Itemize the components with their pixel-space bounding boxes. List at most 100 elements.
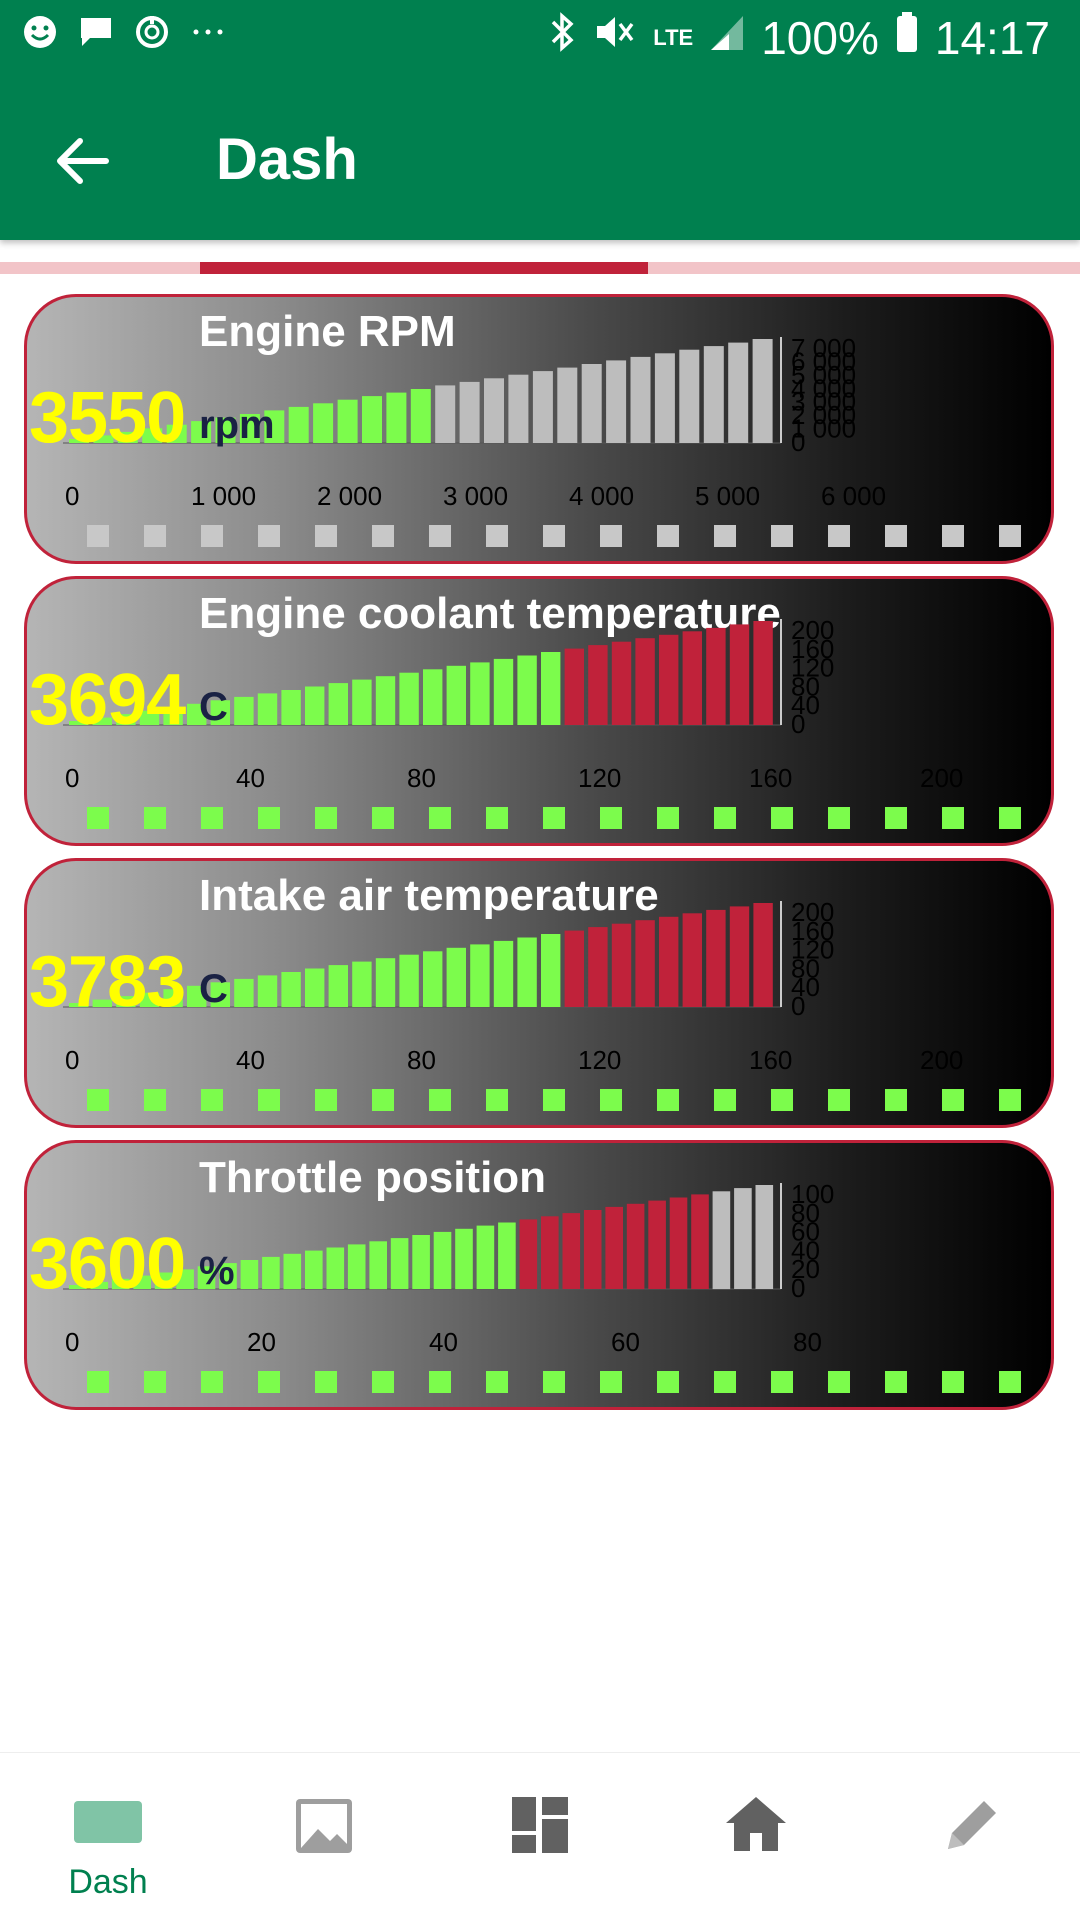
gauge-bar xyxy=(541,652,561,725)
gauge-bar xyxy=(234,978,254,1007)
gauge-led xyxy=(258,807,280,829)
signal-icon xyxy=(709,12,745,63)
gauge-tick-label: 120 xyxy=(578,1045,621,1075)
gauge-bar xyxy=(313,403,334,443)
gauge-led xyxy=(999,1371,1021,1393)
nav-tab-dash[interactable]: Dash xyxy=(0,1753,216,1921)
gauge-led xyxy=(657,525,679,547)
gauge-card-engine-rpm[interactable]: Engine RPM 7 000 6 000 5 000 4 000 3 000 2 00… xyxy=(24,294,1054,564)
gauge-tick-label: 120 xyxy=(578,763,621,793)
gauge-bar xyxy=(493,658,514,725)
page-indicator-active xyxy=(200,262,648,274)
home-icon xyxy=(726,1797,786,1851)
gauge-bar xyxy=(412,1235,430,1289)
gauge-led xyxy=(87,525,109,547)
gauge-tick-label: 2 000 xyxy=(317,481,382,511)
gauge-led xyxy=(486,807,508,829)
gauge-scale-label: 0 xyxy=(791,709,805,739)
gauge-bar xyxy=(605,1206,623,1289)
nav-tab-dashboard[interactable] xyxy=(432,1753,648,1921)
gauge-tick-label: 200 xyxy=(920,763,963,793)
gauge-led xyxy=(771,807,793,829)
gauge-bar xyxy=(446,665,466,725)
gauge-led xyxy=(201,807,223,829)
gauge-bar xyxy=(337,399,358,443)
gauge-tick-label: 0 xyxy=(65,481,79,511)
gauge-bar xyxy=(532,371,553,443)
nav-tab-home[interactable] xyxy=(648,1753,864,1921)
gauge-card-intake-air-temperature[interactable]: Intake air temperature 200 160 120 80 40 0 0 40… xyxy=(24,858,1054,1128)
gauge-bar xyxy=(519,1219,538,1289)
gauge-led xyxy=(372,807,394,829)
gauge-led xyxy=(87,807,109,829)
gauge-card-engine-coolant-temperature[interactable]: Engine coolant temperature 200 160 120 80 40… xyxy=(24,576,1054,846)
gauge-led xyxy=(600,807,622,829)
gauge-bar xyxy=(753,903,773,1007)
dashboard-grid-icon xyxy=(512,1797,568,1853)
gauge-led xyxy=(828,807,850,829)
gauge-led xyxy=(942,1089,964,1111)
mute-icon xyxy=(593,10,637,65)
status-left-icons xyxy=(22,14,226,55)
gauge-bar xyxy=(305,686,325,725)
gauge-bar xyxy=(626,1203,645,1290)
gauge-led xyxy=(657,807,679,829)
gauge-led xyxy=(714,1089,736,1111)
gauge-bar xyxy=(581,364,602,443)
gauge-tick-label: 160 xyxy=(749,763,792,793)
gauge-bar xyxy=(648,1200,666,1289)
gauge-led xyxy=(828,525,850,547)
gauge-bar xyxy=(446,947,466,1007)
gauge-bar xyxy=(635,638,655,725)
gauge-led xyxy=(714,807,736,829)
gauge-bar xyxy=(679,349,700,443)
gauge-led xyxy=(600,1371,622,1393)
gauge-bar xyxy=(390,1238,409,1289)
gauge-led xyxy=(942,525,964,547)
gauge-value: 3694 xyxy=(29,660,186,740)
gauge-bar xyxy=(734,1188,752,1289)
page-title: Dash xyxy=(216,127,358,192)
gauge-led xyxy=(144,807,166,829)
gauge-led xyxy=(942,1371,964,1393)
gauge-bar xyxy=(728,342,749,443)
gauge-tick-label: 40 xyxy=(429,1327,458,1357)
gauge-led xyxy=(771,1089,793,1111)
gauge-bar xyxy=(470,662,490,725)
gauge-bar xyxy=(583,1210,602,1289)
gauge-bar xyxy=(484,378,504,443)
nav-tab-image[interactable] xyxy=(216,1753,432,1921)
gauge-bar xyxy=(455,1228,473,1290)
gauge-tick-label: 0 xyxy=(65,1045,79,1075)
gauge-tick-label: 80 xyxy=(407,763,436,793)
gauge-tick-label: 60 xyxy=(611,1327,640,1357)
toolbar: Dash xyxy=(0,80,1080,240)
gauge-led xyxy=(771,525,793,547)
bluetooth-icon xyxy=(547,10,577,65)
gauge-bar xyxy=(328,965,348,1007)
nav-tab-edit[interactable] xyxy=(864,1753,1080,1921)
app-bar: LTE 100% 14:17 Dash xyxy=(0,0,1080,240)
gauge-bar xyxy=(399,672,419,725)
gauge-bar xyxy=(669,1197,688,1289)
gauge-led xyxy=(201,525,223,547)
gauge-led xyxy=(315,1371,337,1393)
gauge-tick-label: 80 xyxy=(793,1327,822,1357)
smiley-icon xyxy=(22,14,58,55)
gauge-bar xyxy=(659,916,679,1007)
back-button[interactable] xyxy=(48,126,118,196)
gauge-bar xyxy=(352,961,372,1007)
gauge-bar xyxy=(691,1194,709,1289)
gauge-led xyxy=(315,525,337,547)
gauge-led xyxy=(543,525,565,547)
gauge-bar xyxy=(682,631,702,725)
gauge-led xyxy=(258,1371,280,1393)
gauge-value: 3600 xyxy=(29,1224,186,1304)
gauge-bar xyxy=(262,1256,280,1289)
gauge-card-throttle-position[interactable]: Throttle position 100 80 60 40 20 0 0 20 40 60 80 … xyxy=(24,1140,1054,1410)
gauge-bar xyxy=(399,954,419,1007)
gauge-bar xyxy=(234,696,254,725)
gauge-led xyxy=(429,807,451,829)
gauge-led xyxy=(486,1371,508,1393)
gauge-bar xyxy=(517,655,537,725)
